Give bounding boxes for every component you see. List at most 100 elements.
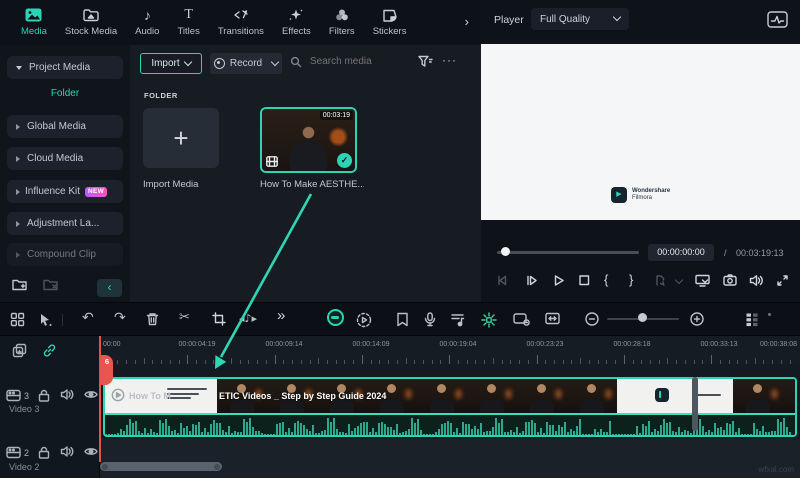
tabs-overflow-chevron[interactable]: › (465, 14, 469, 29)
lock-track-icon[interactable] (38, 389, 50, 402)
tab-stickers[interactable]: Stickers (364, 8, 416, 37)
waveform-bar (765, 432, 767, 435)
waveform-bar (750, 434, 752, 436)
play-icon[interactable] (552, 274, 565, 287)
quality-dropdown[interactable]: Full Quality (531, 8, 629, 30)
timeline-zoom-handle[interactable] (638, 313, 647, 322)
sidebar-item-global-media[interactable]: Global Media (7, 115, 123, 138)
waveform-bar (747, 434, 749, 436)
delete-folder-icon[interactable] (43, 278, 58, 291)
screen-recorder-icon[interactable] (513, 312, 530, 326)
import-media-tile[interactable]: + (143, 108, 219, 168)
snapshot-icon[interactable] (723, 274, 737, 286)
tab-filters[interactable]: Filters (320, 8, 364, 37)
lock-track-icon[interactable] (38, 446, 50, 459)
waveform-bar (348, 424, 350, 435)
tab-audio[interactable]: ♪ Audio (126, 8, 168, 37)
audio-stretch-icon[interactable] (450, 312, 465, 327)
render-preview-icon[interactable] (653, 274, 666, 287)
waveform-bar (669, 422, 671, 435)
collapse-sidebar-button[interactable]: ‹ (97, 279, 122, 297)
delete-icon[interactable] (146, 312, 159, 326)
sidebar-item-cloud-media[interactable]: Cloud Media (7, 147, 123, 170)
sidebar-item-influence-kit[interactable]: Influence Kit NEW (7, 180, 123, 203)
fit-timeline-icon[interactable] (545, 312, 560, 325)
waveform-bar (468, 424, 470, 435)
zoom-out-icon[interactable] (585, 312, 599, 326)
mute-track-icon[interactable] (60, 388, 74, 401)
select-cursor-icon[interactable] (38, 312, 53, 327)
waveform-bar (288, 428, 290, 435)
ruler-tick (685, 360, 686, 364)
video-track-icon[interactable] (6, 446, 21, 459)
waveform-bar (207, 432, 209, 435)
seek-handle[interactable] (501, 247, 510, 256)
tab-transitions[interactable]: Transitions (209, 8, 273, 37)
link-icon[interactable] (42, 343, 57, 358)
display-device-icon[interactable] (695, 274, 710, 287)
render-preview-play-icon[interactable] (356, 312, 372, 328)
playhead-marker[interactable]: 6 (101, 355, 113, 385)
sidebar-item-label: Global Media (27, 121, 86, 132)
record-button[interactable]: Record (210, 53, 282, 74)
scopes-icon[interactable] (767, 11, 788, 28)
ai-mask-icon[interactable] (327, 309, 344, 326)
smart-scene-cut-icon[interactable] (481, 312, 497, 328)
undo-icon[interactable]: ↶ (82, 310, 94, 326)
waveform-bar (456, 428, 458, 435)
sidebar-item-project-media[interactable]: Project Media (7, 56, 123, 79)
waveform-bar (171, 431, 173, 435)
more-options-button[interactable]: ··· (442, 53, 457, 67)
vertical-scrollbar[interactable] (692, 377, 698, 431)
film-icon (266, 156, 278, 167)
hide-track-icon[interactable] (84, 446, 98, 457)
tab-titles[interactable]: T Titles (168, 8, 208, 37)
track-manager-icon[interactable] (745, 312, 759, 328)
more-tools-icon[interactable]: » (277, 308, 285, 324)
filter-icon[interactable] (418, 55, 433, 69)
hide-track-icon[interactable] (84, 389, 98, 400)
mark-in-icon[interactable]: { (604, 272, 608, 287)
sidebar-item-folder[interactable]: Folder (0, 88, 130, 99)
fullscreen-icon[interactable] (776, 274, 789, 287)
tab-stock-media[interactable]: Stock Media (56, 8, 126, 37)
ruler-tick (301, 360, 302, 364)
volume-icon[interactable] (749, 274, 764, 287)
stop-icon[interactable] (578, 274, 590, 286)
duplicate-icon[interactable] (12, 343, 27, 358)
waveform-bar (414, 423, 416, 435)
zoom-in-icon[interactable] (690, 312, 704, 326)
video-track-icon[interactable] (6, 389, 21, 402)
crop-icon[interactable] (212, 312, 226, 326)
previous-frame-icon[interactable] (496, 274, 509, 287)
audio-transition-icon[interactable]: ◂♪▸ (239, 311, 257, 327)
search-input[interactable] (308, 55, 402, 68)
next-frame-icon[interactable] (525, 274, 538, 287)
marker-icon[interactable] (396, 312, 409, 327)
new-folder-icon[interactable] (12, 278, 27, 291)
voiceover-mic-icon[interactable] (424, 312, 436, 327)
horizontal-scrollbar[interactable] (100, 462, 222, 471)
page-watermark: wfxal.com (758, 465, 794, 474)
import-button[interactable]: Import (140, 53, 202, 74)
split-icon[interactable]: ✂ (179, 310, 190, 326)
sidebar-item-adjustment-layer[interactable]: Adjustment La... (7, 212, 123, 235)
tab-media[interactable]: Media (12, 8, 56, 37)
chevron-down-icon[interactable] (675, 276, 683, 284)
mute-track-icon[interactable] (60, 445, 74, 458)
mark-out-icon[interactable]: } (629, 272, 633, 287)
waveform-bar (306, 429, 308, 435)
seek-bar[interactable] (497, 251, 639, 254)
media-grid-icon[interactable] (10, 312, 25, 327)
person-frame (467, 379, 517, 413)
ruler-tick (598, 360, 599, 364)
sidebar-item-compound-clip[interactable]: Compound Clip (7, 243, 123, 266)
redo-icon[interactable]: ↷ (114, 310, 126, 326)
waveform-bar (264, 434, 266, 436)
tab-effects[interactable]: Effects (273, 8, 320, 37)
video-clip-tile[interactable]: 00:03:19 ✓ (260, 107, 357, 173)
timeline-ruler[interactable]: 00:00 00:00:04:19 00:00:09:14 00:00:14:0… (100, 336, 800, 365)
waveform-bar (636, 426, 638, 435)
chevron-down-icon (271, 57, 279, 65)
ruler-tick (563, 360, 564, 364)
